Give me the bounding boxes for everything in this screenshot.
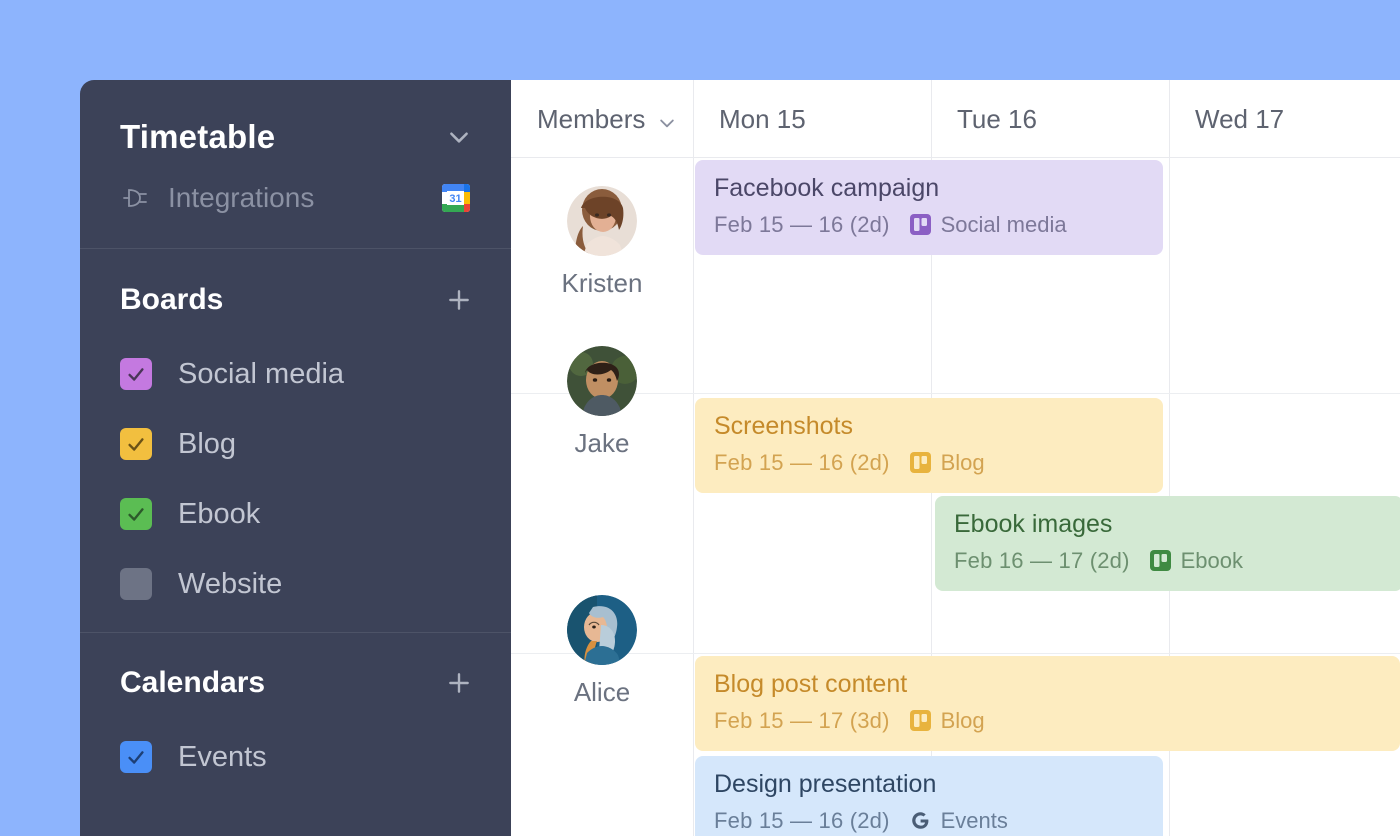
event-source: Social media — [940, 211, 1067, 237]
sidebar-item-label: Blog — [178, 427, 237, 460]
page-title: Timetable — [120, 118, 276, 155]
sidebar-title-row[interactable]: Timetable — [120, 118, 472, 156]
members-header-label: Members — [537, 103, 646, 134]
event-title: Ebook images — [954, 510, 1113, 538]
checkbox-checked-icon[interactable] — [120, 358, 152, 390]
member-name: Alice — [573, 677, 631, 707]
sidebar-group-title: Calendars — [120, 666, 266, 699]
day-column-header-wed[interactable]: Wed 17 — [1169, 80, 1400, 158]
event-dates: Feb 15 — 16 (2d) — [714, 807, 890, 833]
trello-board-icon — [909, 214, 931, 236]
svg-text:31: 31 — [449, 193, 461, 205]
event-meta: Feb 15 — 16 (2d) Social media — [714, 212, 1145, 238]
event-card-facebook-campaign[interactable]: Facebook campaign Feb 15 — 16 (2d) Socia… — [695, 160, 1163, 255]
event-meta: Feb 15 — 16 (2d) Blog — [714, 450, 1145, 476]
google-calendar-icon[interactable]: 31 — [440, 182, 472, 214]
event-title: Design presentation — [714, 770, 937, 798]
calendar-panel: Members Mon 15 Tue 16 Wed 17 Kristen Jak… — [511, 80, 1400, 836]
grid-divider — [693, 158, 694, 836]
sidebar-item-blog[interactable]: Blog — [120, 409, 472, 479]
calendar-header: Members Mon 15 Tue 16 Wed 17 — [511, 80, 1400, 158]
sidebar-item-ebook[interactable]: Ebook — [120, 479, 472, 549]
event-source: Blog — [940, 449, 985, 475]
app-root: Timetable Integrations 31 Boards Social … — [0, 0, 1400, 836]
sidebar-header: Timetable Integrations 31 — [80, 80, 512, 248]
sidebar-group-title: Boards — [120, 283, 224, 316]
chevron-down-icon[interactable] — [657, 109, 677, 129]
avatar — [567, 186, 637, 256]
event-dates: Feb 15 — 16 (2d) — [714, 211, 890, 237]
sidebar-group-calendars: Calendars Events — [80, 632, 512, 792]
event-source: Events — [940, 807, 1008, 833]
event-card-screenshots[interactable]: Screenshots Feb 15 — 16 (2d) Blog — [695, 398, 1163, 493]
member-row-jake[interactable]: Jake — [511, 346, 693, 459]
sidebar-group-header: Boards — [120, 283, 472, 317]
sidebar-item-label: Ebook — [178, 497, 261, 530]
checkbox-checked-icon[interactable] — [120, 741, 152, 773]
checkbox-checked-icon[interactable] — [120, 498, 152, 530]
day-column-header-tue[interactable]: Tue 16 — [931, 80, 1169, 158]
grid-divider — [1169, 80, 1170, 158]
event-dates: Feb 15 — 17 (3d) — [714, 707, 890, 733]
sidebar-item-website[interactable]: Website — [120, 549, 472, 619]
sidebar-item-events[interactable]: Events — [120, 722, 472, 792]
event-title: Screenshots — [714, 412, 853, 440]
event-meta: Feb 16 — 17 (2d) Ebook — [954, 548, 1385, 574]
event-card-design-presentation[interactable]: Design presentation Feb 15 — 16 (2d) Eve… — [695, 756, 1163, 836]
grid-divider — [931, 80, 932, 158]
sidebar-item-label: Events — [178, 740, 267, 773]
calendar-body: Kristen Jake Alice Facebook campaign Feb… — [511, 158, 1400, 836]
member-name: Jake — [574, 428, 630, 458]
sidebar-item-integrations[interactable]: Integrations 31 — [120, 182, 472, 214]
day-column-label: Wed 17 — [1195, 103, 1285, 134]
sidebar: Timetable Integrations 31 Boards Social … — [80, 80, 512, 836]
event-meta: Feb 15 — 17 (3d) Blog — [714, 708, 1382, 734]
sidebar-group-boards: Boards Social media Blog Ebook Website — [80, 249, 512, 619]
avatar — [567, 595, 637, 665]
members-column-header[interactable]: Members — [511, 80, 693, 158]
event-meta: Feb 15 — 16 (2d) Events — [714, 808, 1145, 834]
event-title: Blog post content — [714, 670, 908, 698]
sidebar-item-label: Website — [178, 567, 283, 600]
checkbox-checked-icon[interactable] — [120, 428, 152, 460]
sidebar-item-social-media[interactable]: Social media — [120, 339, 472, 409]
trello-board-icon — [909, 710, 931, 732]
sidebar-item-label: Integrations — [168, 182, 315, 213]
event-card-ebook-images[interactable]: Ebook images Feb 16 — 17 (2d) Ebook — [935, 496, 1400, 591]
member-row-kristen[interactable]: Kristen — [511, 186, 693, 299]
sidebar-item-label: Social media — [178, 357, 345, 390]
event-dates: Feb 15 — 16 (2d) — [714, 449, 890, 475]
day-column-label: Mon 15 — [719, 103, 806, 134]
google-g-icon — [910, 810, 931, 831]
trello-board-icon — [909, 452, 931, 474]
trello-board-icon — [1149, 550, 1171, 572]
member-name: Kristen — [561, 268, 643, 298]
day-column-header-mon[interactable]: Mon 15 — [693, 80, 931, 158]
event-dates: Feb 16 — 17 (2d) — [954, 547, 1130, 573]
chevron-down-icon[interactable] — [446, 124, 472, 150]
add-board-button[interactable] — [446, 287, 472, 313]
event-card-blog-post-content[interactable]: Blog post content Feb 15 — 17 (3d) Blog — [695, 656, 1400, 751]
checkbox-unchecked-icon[interactable] — [120, 568, 152, 600]
plug-icon — [120, 183, 150, 213]
grid-divider — [693, 80, 694, 158]
add-calendar-button[interactable] — [446, 670, 472, 696]
day-column-label: Tue 16 — [957, 103, 1037, 134]
event-title: Facebook campaign — [714, 174, 940, 202]
event-source: Ebook — [1180, 547, 1244, 573]
sidebar-group-header: Calendars — [120, 666, 472, 700]
member-row-alice[interactable]: Alice — [511, 595, 693, 708]
avatar — [567, 346, 637, 416]
event-source: Blog — [940, 707, 985, 733]
